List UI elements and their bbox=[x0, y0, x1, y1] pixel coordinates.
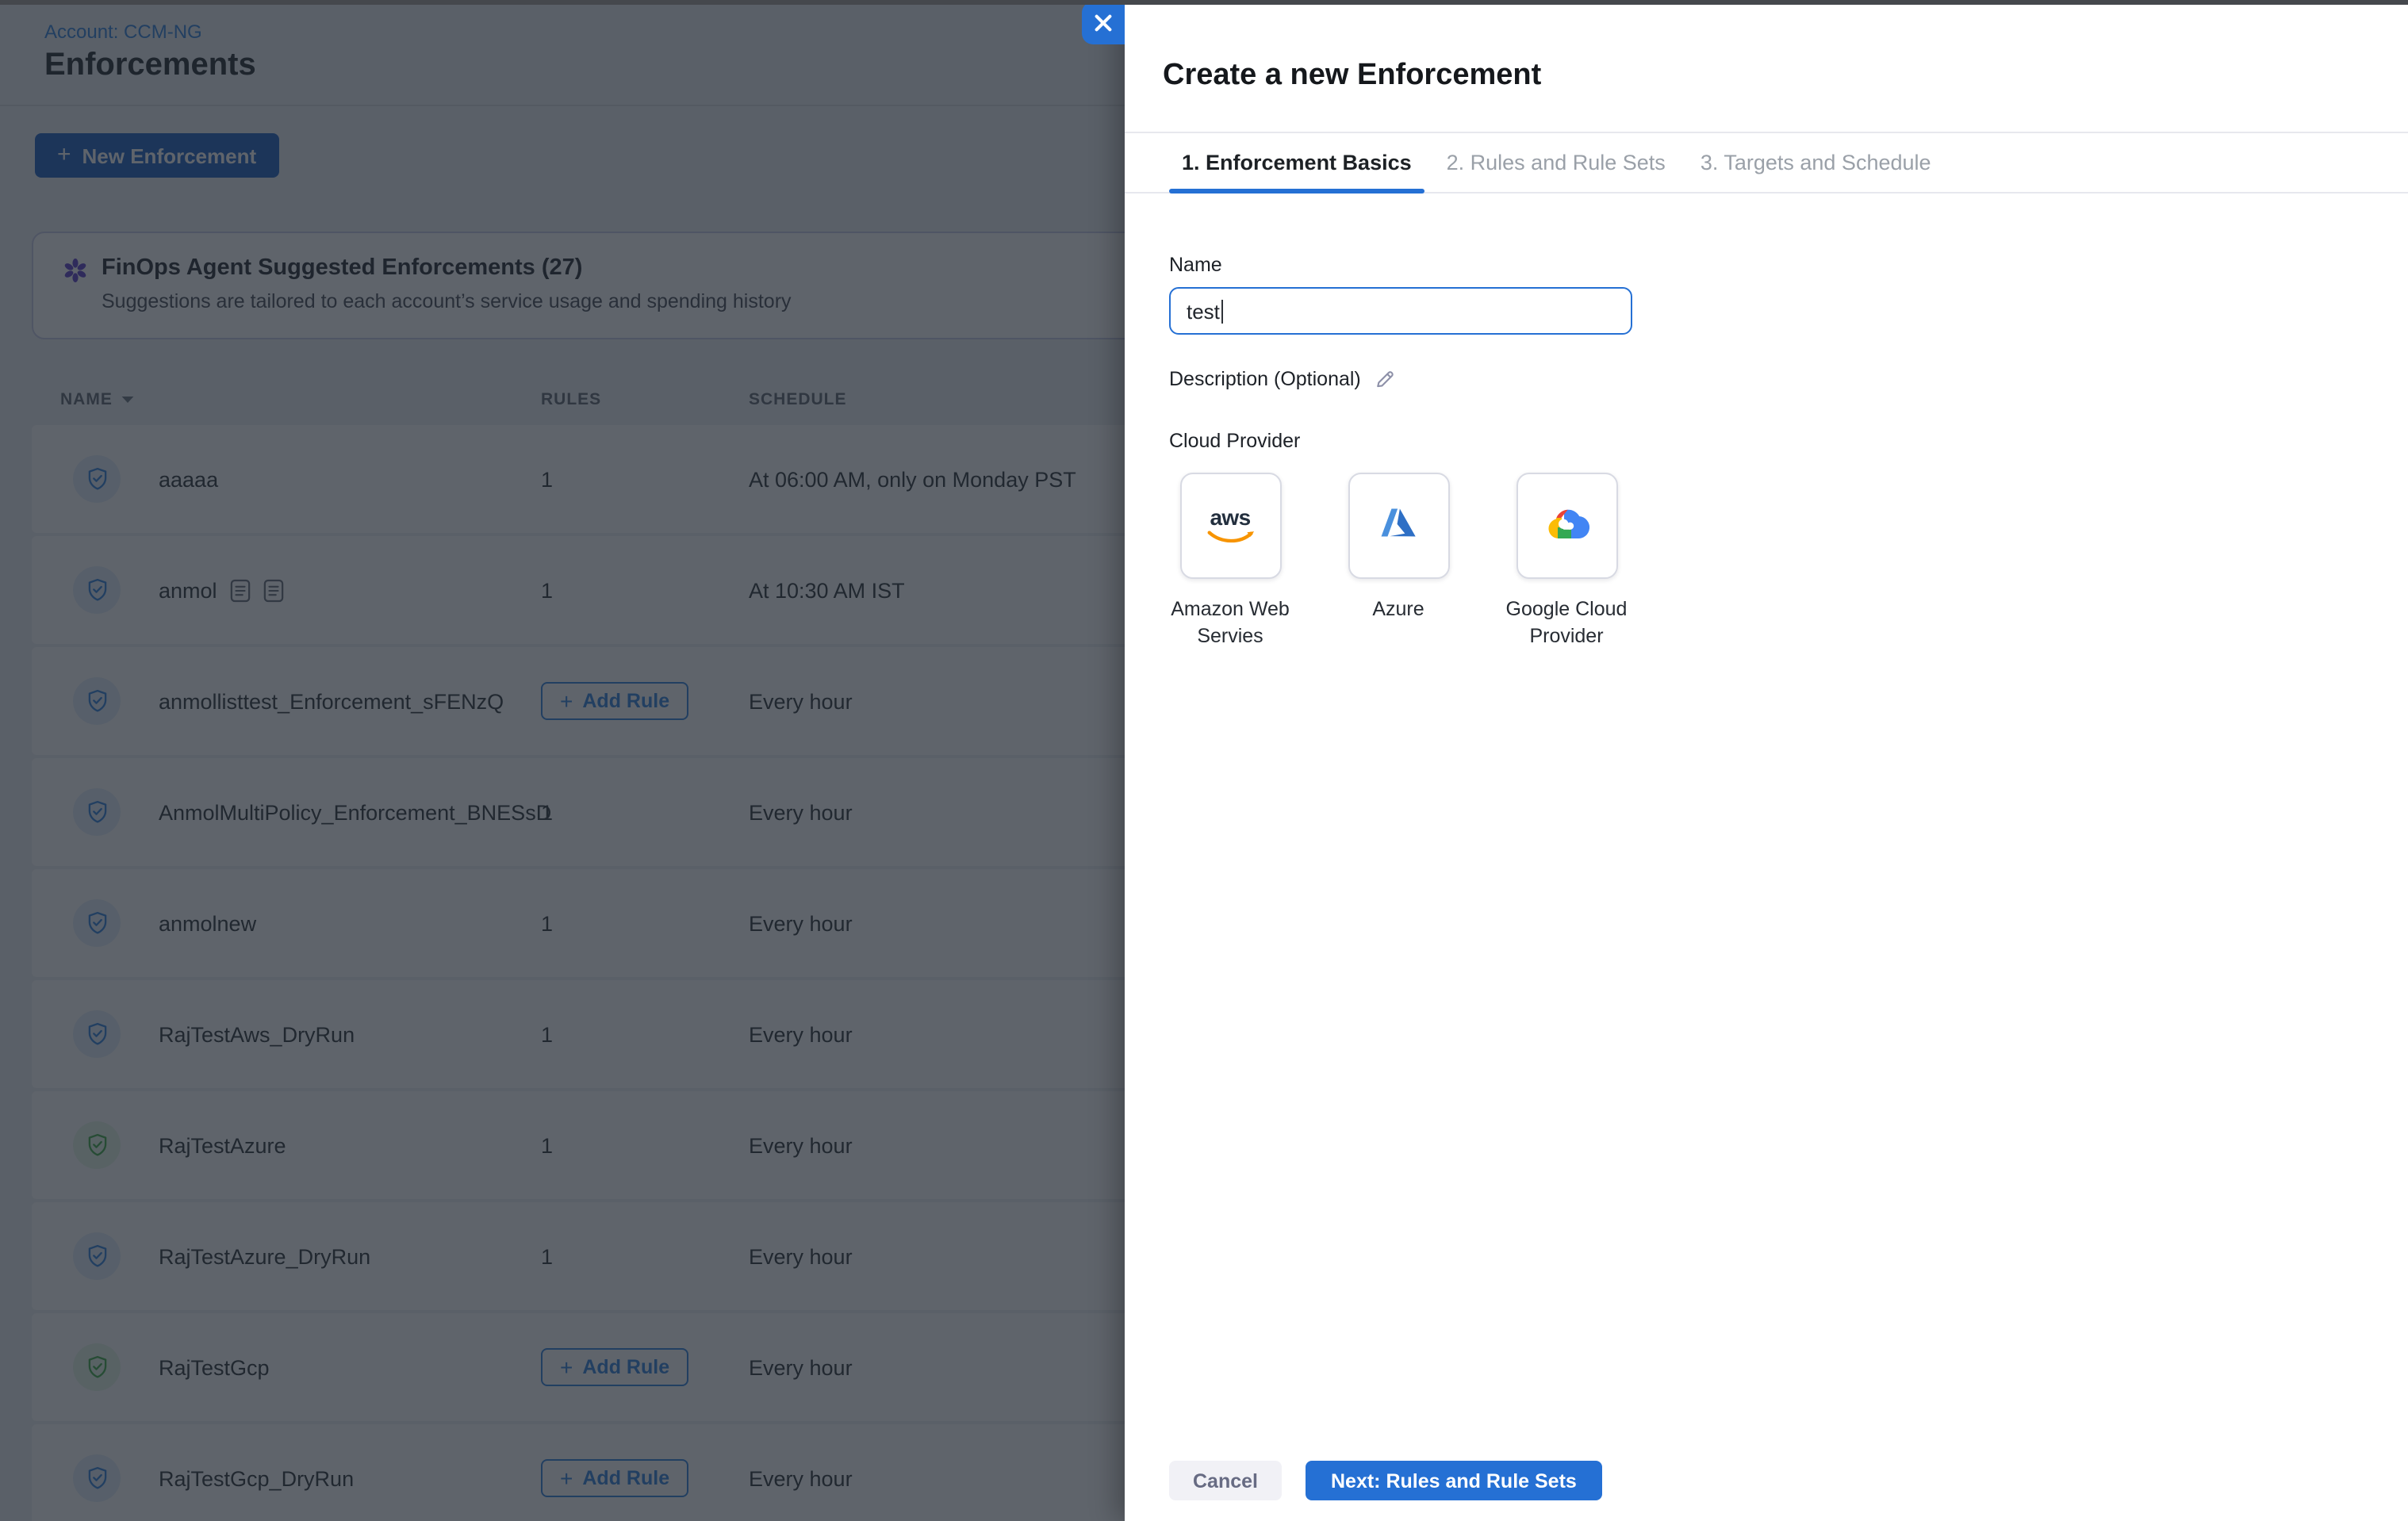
azure-logo bbox=[1378, 505, 1418, 546]
provider-label: Azure bbox=[1372, 596, 1424, 623]
gcp-logo bbox=[1544, 504, 1589, 548]
provider-card-gcp[interactable] bbox=[1516, 473, 1617, 579]
cloud-provider-options: aws Amazon Web Servies Azure bbox=[1169, 473, 2408, 650]
create-enforcement-drawer: Create a new Enforcement 1. Enforcement … bbox=[1125, 0, 2408, 1521]
provider-option: Google Cloud Provider bbox=[1505, 473, 1628, 650]
provider-label: Google Cloud Provider bbox=[1505, 596, 1628, 650]
app-viewport: Account: CCM-NG Enforcements + New Enfor… bbox=[0, 0, 2408, 1521]
name-input-value: test bbox=[1187, 299, 1220, 323]
provider-option: aws Amazon Web Servies bbox=[1169, 473, 1291, 650]
drawer-header: Create a new Enforcement bbox=[1125, 0, 2408, 133]
next-button[interactable]: Next: Rules and Rule Sets bbox=[1306, 1461, 1602, 1500]
tab-targets-and-schedule[interactable]: 3. Targets and Schedule bbox=[1688, 133, 1944, 192]
edit-description-icon[interactable] bbox=[1374, 368, 1396, 390]
name-input[interactable]: test bbox=[1169, 287, 1632, 335]
provider-card-aws[interactable]: aws bbox=[1179, 473, 1281, 579]
provider-option: Azure bbox=[1337, 473, 1459, 650]
tab-enforcement-basics[interactable]: 1. Enforcement Basics bbox=[1169, 133, 1424, 192]
description-label: Description (Optional) bbox=[1169, 368, 1361, 390]
cloud-provider-label: Cloud Provider bbox=[1169, 430, 2408, 452]
window-top-edge bbox=[0, 0, 2408, 5]
drawer-footer: Cancel Next: Rules and Rule Sets bbox=[1169, 1461, 1602, 1500]
name-label: Name bbox=[1169, 254, 2408, 276]
close-icon[interactable] bbox=[1082, 2, 1125, 44]
provider-card-azure[interactable] bbox=[1348, 473, 1449, 579]
drawer-title: Create a new Enforcement bbox=[1163, 58, 1541, 93]
aws-logo: aws bbox=[1205, 506, 1256, 546]
provider-label: Amazon Web Servies bbox=[1169, 596, 1291, 650]
drawer-body: Name test Description (Optional) Cloud P… bbox=[1125, 254, 2408, 650]
tab-rules-and-rule-sets[interactable]: 2. Rules and Rule Sets bbox=[1434, 133, 1678, 192]
text-caret bbox=[1221, 299, 1224, 323]
wizard-tabs: 1. Enforcement Basics2. Rules and Rule S… bbox=[1125, 133, 2408, 193]
cancel-button[interactable]: Cancel bbox=[1169, 1461, 1282, 1500]
